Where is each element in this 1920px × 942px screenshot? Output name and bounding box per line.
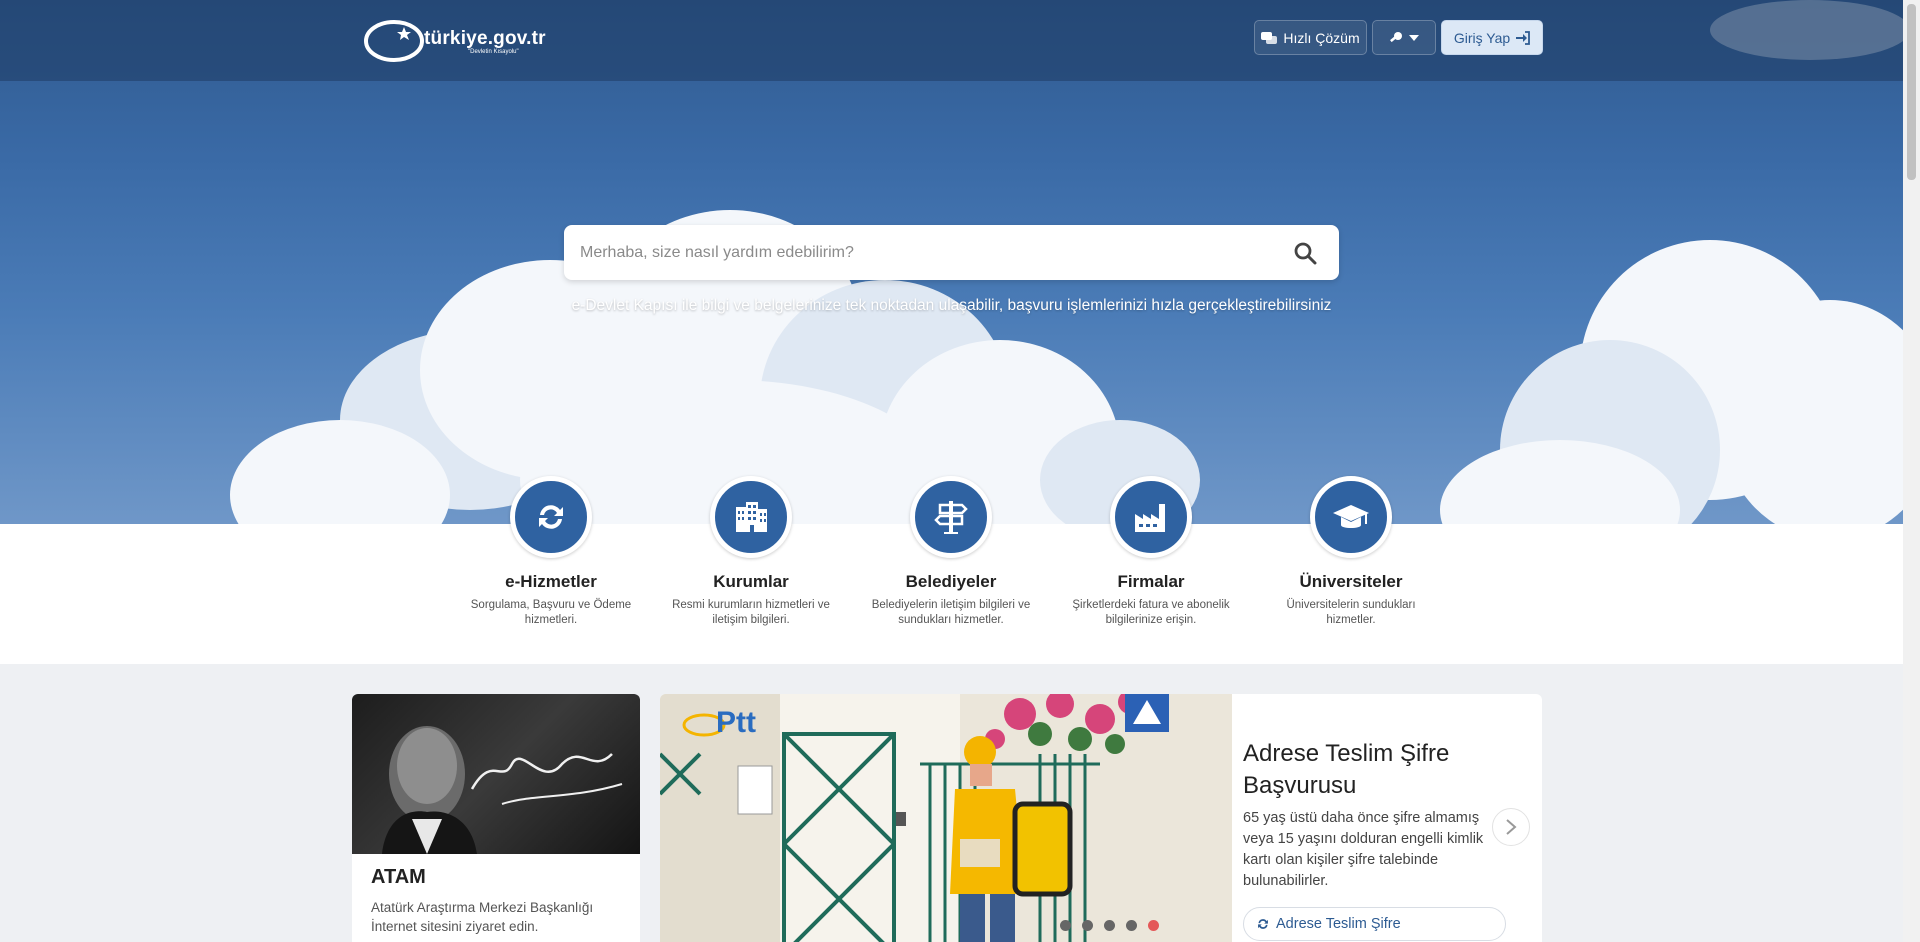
- turkiye-gov-logo[interactable]: türkiye.gov.tr "Devletin Kısayolu": [364, 14, 564, 66]
- ataturk-portrait-image: [352, 694, 640, 854]
- ptt-logo-text: Ptt: [716, 706, 756, 739]
- chevron-right-icon: [1506, 819, 1517, 835]
- refresh-icon: [539, 505, 563, 529]
- hero-tagline: e-Devlet Kapısı ile bilgi ve belgelerini…: [571, 297, 1332, 314]
- login-button[interactable]: Giriş Yap: [1441, 20, 1543, 55]
- category-title: Firmalar: [1117, 572, 1185, 591]
- category-title: e-Hizmetler: [505, 572, 597, 591]
- slider-dot[interactable]: [1060, 920, 1071, 931]
- slider-dot-active[interactable]: [1148, 920, 1159, 931]
- category-icon-circle: [910, 476, 992, 558]
- search-icon[interactable]: [1293, 241, 1317, 265]
- category-title: Kurumlar: [713, 572, 789, 591]
- top-navbar: türkiye.gov.tr "Devletin Kısayolu" Hızlı…: [0, 0, 1903, 81]
- chevron-down-icon: [1409, 34, 1419, 41]
- refresh-icon: [1258, 919, 1268, 929]
- page-scrollbar[interactable]: [1903, 0, 1920, 942]
- slide-desc: 65 yaş üstü daha önce şifre almamış veya…: [1243, 810, 1484, 889]
- category-kurumlar[interactable]: Kurumlar Resmi kurumların hizmetleri ve …: [666, 476, 836, 628]
- category-desc: Şirketlerdeki fatura ve abonelik bilgile…: [1072, 599, 1230, 626]
- search-input[interactable]: [580, 225, 1280, 280]
- crescent-star-icon: [364, 20, 424, 62]
- scrollbar-thumb[interactable]: [1907, 4, 1916, 180]
- category-universiteler[interactable]: Üniversiteler Üniversitelerin sundukları…: [1266, 476, 1436, 628]
- slide-action-label: Adrese Teslim Şifre: [1276, 916, 1401, 932]
- ptt-logo: Ptt: [682, 706, 756, 740]
- category-icon-circle: [1310, 476, 1392, 558]
- sign-in-icon: [1516, 30, 1531, 45]
- signpost-icon: [934, 501, 968, 534]
- chat-icon: [1261, 31, 1278, 44]
- category-desc: Resmi kurumların hizmetleri ve iletişim …: [672, 599, 830, 626]
- slider-dot[interactable]: [1104, 920, 1115, 931]
- category-title: Belediyeler: [905, 572, 997, 591]
- slider-next-button[interactable]: [1492, 808, 1530, 846]
- slider-dot[interactable]: [1082, 920, 1093, 931]
- slide-action-button[interactable]: Adrese Teslim Şifre: [1243, 907, 1506, 941]
- category-e-hizmetler[interactable]: e-Hizmetler Sorgulama, Başvuru ve Ödeme …: [466, 476, 636, 628]
- atam-desc: Atatürk Araştırma Merkezi Başkanlığı İnt…: [371, 900, 594, 934]
- category-desc: Üniversitelerin sundukları hizmetler.: [1286, 599, 1416, 626]
- category-icon-circle: [1110, 476, 1192, 558]
- category-strip: e-Hizmetler Sorgulama, Başvuru ve Ödeme …: [0, 476, 1903, 664]
- search-box: [564, 225, 1339, 280]
- category-title: Üniversiteler: [1299, 572, 1403, 591]
- key-icon: [1390, 31, 1402, 42]
- logo-subtext: "Devletin Kısayolu": [468, 49, 519, 55]
- hero-banner: türkiye.gov.tr "Devletin Kısayolu" Hızlı…: [0, 0, 1903, 524]
- slider-dot[interactable]: [1126, 920, 1137, 931]
- category-desc: Belediyelerin iletişim bilgileri ve sund…: [871, 599, 1031, 626]
- category-icon-circle: [510, 476, 592, 558]
- slider-dots: [1060, 920, 1159, 931]
- category-icon-circle: [710, 476, 792, 558]
- atam-title: ATAM: [371, 866, 426, 888]
- factory-icon: [1135, 504, 1165, 532]
- announcement-slider: Ptt Adrese Teslim Şifre Başvurusu 65 yaş…: [660, 694, 1542, 942]
- slide-title: Adrese Teslim Şifre Başvurusu: [1243, 740, 1450, 799]
- category-firmalar[interactable]: Firmalar Şirketlerdeki fatura ve aboneli…: [1066, 476, 1236, 628]
- login-label: Giriş Yap: [1453, 29, 1511, 46]
- category-belediyeler[interactable]: Belediyeler Belediyelerin iletişim bilgi…: [866, 476, 1036, 628]
- quick-solution-label: Hızlı Çözüm: [1283, 29, 1360, 46]
- accessibility-menu-button[interactable]: [1372, 20, 1436, 55]
- building-icon: [736, 502, 767, 532]
- quick-solution-button[interactable]: Hızlı Çözüm: [1254, 20, 1367, 55]
- logo-text: türkiye.gov.tr: [424, 28, 546, 49]
- category-desc: Sorgulama, Başvuru ve Ödeme hizmetleri.: [470, 599, 632, 626]
- graduation-cap-icon: [1333, 505, 1369, 528]
- ptt-courier-image: Ptt: [660, 694, 1232, 942]
- atam-card[interactable]: ATAM Atatürk Araştırma Merkezi Başkanlığ…: [352, 694, 640, 942]
